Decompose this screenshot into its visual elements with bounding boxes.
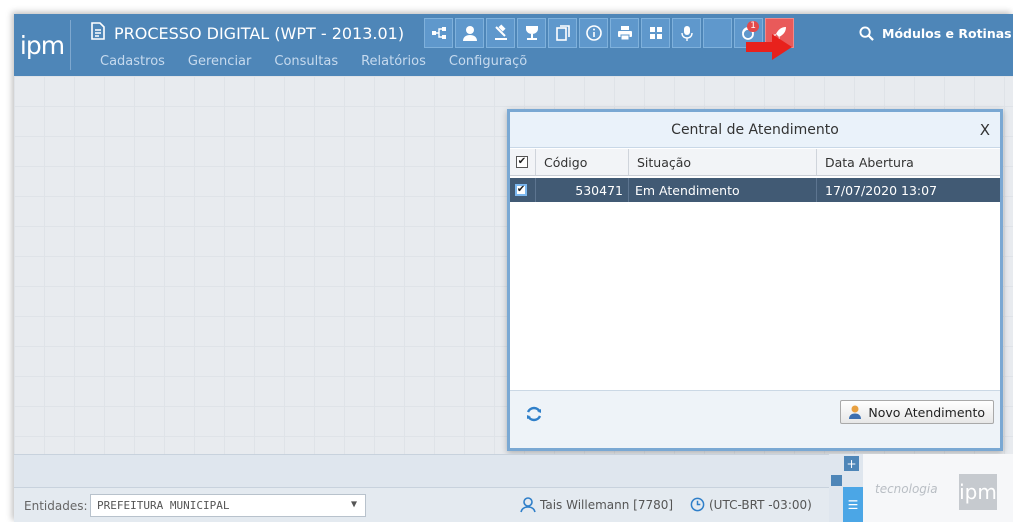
- dialog-title: Central de Atendimento: [671, 121, 839, 138]
- novo-atendimento-button[interactable]: Novo Atendimento: [840, 400, 994, 424]
- cell-situacao: Em Atendimento: [629, 178, 817, 202]
- stamp-icon: [494, 24, 507, 40]
- row-check-cell: ✔: [510, 178, 536, 202]
- info-button[interactable]: [579, 18, 608, 48]
- search-icon: [859, 25, 874, 41]
- files-icon: [555, 25, 570, 41]
- menu-icon[interactable]: ☰: [843, 487, 863, 522]
- annotation-arrow-icon: [746, 34, 792, 60]
- stamp-button[interactable]: [486, 18, 515, 48]
- person-icon: [849, 405, 862, 419]
- menu-item-cadastros[interactable]: Cadastros: [100, 54, 165, 69]
- print-button[interactable]: [610, 18, 639, 48]
- grid-icon: [649, 27, 662, 39]
- grid-header: ✔ Código Situação Data Abertura: [510, 149, 1000, 176]
- user-name: Tais Willemann [7780]: [540, 498, 674, 512]
- spacer-button: [703, 18, 732, 48]
- cell-codigo: 530471: [536, 178, 629, 202]
- menu-item-consultas[interactable]: Consultas: [274, 54, 338, 69]
- ipm-logo[interactable]: ipm: [14, 14, 70, 76]
- user-button[interactable]: [455, 18, 484, 48]
- app-title-area: PROCESSO DIGITAL (WPT - 2013.01): [90, 20, 404, 46]
- award-icon: [525, 26, 538, 40]
- row-checkbox[interactable]: ✔: [515, 184, 527, 196]
- bottom-band: [14, 454, 829, 487]
- modules-label: Módulos e Rotinas: [882, 25, 1012, 41]
- select-all-cell: ✔: [510, 149, 536, 175]
- printer-icon: [617, 26, 632, 41]
- user-info[interactable]: Tais Willemann [7780]: [520, 497, 673, 513]
- document-icon: [90, 22, 106, 44]
- cell-data-abertura: 17/07/2020 13:07: [825, 182, 938, 198]
- clock-icon: [690, 497, 705, 512]
- table-row[interactable]: ✔ 530471 Em Atendimento 17/07/2020 13:07: [510, 178, 1000, 202]
- column-header-situacao[interactable]: Situação: [629, 149, 817, 175]
- award-button[interactable]: [517, 18, 546, 48]
- app-window: ipm PROCESSO DIGITAL (WPT - 2013.01) Cad…: [14, 14, 1013, 522]
- column-header-codigo[interactable]: Código: [536, 149, 629, 175]
- entidades-label: Entidades:: [24, 499, 88, 513]
- app-title: PROCESSO DIGITAL (WPT - 2013.01): [114, 23, 405, 43]
- toolbar: 1: [424, 18, 794, 48]
- menu-item-gerenciar[interactable]: Gerenciar: [188, 54, 251, 69]
- menu-item-configuracoes[interactable]: Configuraçõ: [449, 54, 527, 69]
- status-bar: Entidades: PREFEITURA MUNICIPAL ▼ Tais W…: [14, 487, 829, 522]
- side-controls: + ☰: [829, 454, 863, 522]
- workspace: Central de Atendimento X ✔ Código Situaç…: [14, 76, 1013, 454]
- header-divider: [70, 20, 71, 70]
- dialog-title-bar[interactable]: Central de Atendimento: [510, 112, 1000, 148]
- notification-badge: 1: [747, 21, 759, 32]
- user-icon: [462, 26, 477, 41]
- entidade-value: PREFEITURA MUNICIPAL: [97, 499, 230, 512]
- select-all-checkbox[interactable]: ✔: [516, 156, 528, 168]
- close-button[interactable]: X: [980, 121, 990, 139]
- files-button[interactable]: [548, 18, 577, 48]
- microphone-button[interactable]: [672, 18, 701, 48]
- refresh-icon[interactable]: [524, 404, 544, 424]
- square-icon[interactable]: [831, 475, 842, 486]
- microphone-icon: [680, 26, 693, 41]
- chevron-down-icon: ▼: [350, 499, 357, 510]
- timezone-info: (UTC-BRT -03:00): [690, 497, 812, 512]
- dialog-footer: Novo Atendimento: [510, 390, 1000, 448]
- column-header-data[interactable]: Data Abertura: [817, 149, 1000, 175]
- menu-item-relatorios[interactable]: Relatórios: [361, 54, 426, 69]
- timezone-text: (UTC-BRT -03:00): [709, 497, 812, 512]
- app-header: ipm PROCESSO DIGITAL (WPT - 2013.01) Cad…: [14, 14, 1013, 76]
- sitemap-button[interactable]: [424, 18, 453, 48]
- modules-search-button[interactable]: Módulos e Rotinas: [849, 18, 1013, 48]
- novo-atendimento-label: Novo Atendimento: [868, 404, 985, 420]
- grid-button[interactable]: [641, 18, 670, 48]
- brand-logo: ipm: [959, 474, 997, 510]
- brand-area: tecnologia ipm: [863, 454, 1013, 522]
- plus-icon[interactable]: +: [844, 456, 859, 471]
- entidade-select[interactable]: PREFEITURA MUNICIPAL ▼: [90, 494, 366, 517]
- central-atendimento-dialog: Central de Atendimento X ✔ Código Situaç…: [507, 109, 1003, 451]
- sitemap-icon: [431, 27, 446, 39]
- main-menu: Cadastros Gerenciar Consultas Relatórios…: [100, 54, 550, 69]
- person-icon: [520, 497, 536, 513]
- info-icon: [585, 25, 602, 41]
- brand-text: tecnologia: [875, 482, 938, 496]
